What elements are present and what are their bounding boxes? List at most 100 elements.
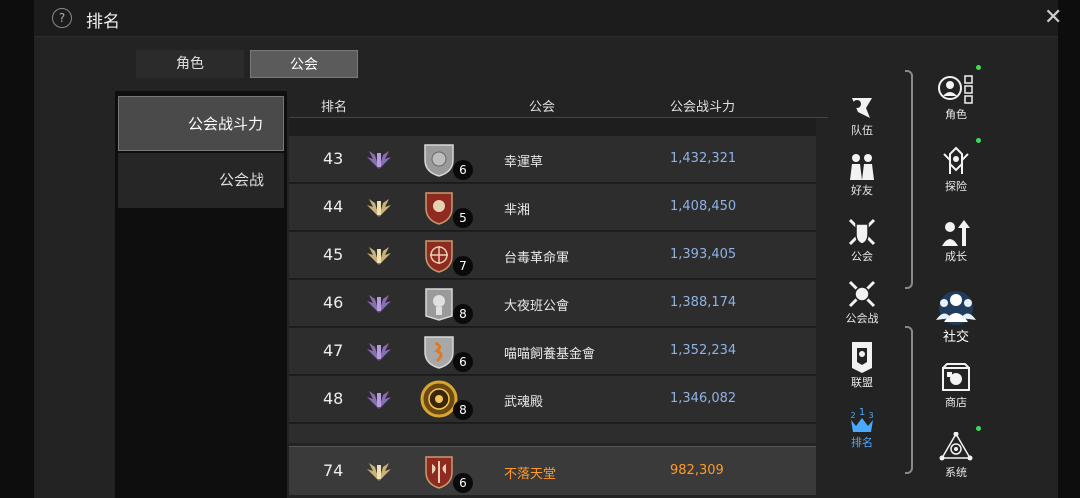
nav-label: 公会 (851, 250, 873, 263)
guild-level-badge: 5 (453, 208, 473, 228)
nav-bracket-top (905, 70, 913, 289)
guild-icon (848, 218, 876, 246)
nav-label: 公会战 (845, 312, 879, 325)
table-row[interactable]: 44 5 芈湘 1,408,450 (289, 184, 816, 231)
nav-label: 社交 (942, 330, 969, 345)
social-icon (936, 291, 976, 325)
character-icon (938, 75, 973, 104)
left-edge (0, 0, 34, 498)
category-guild-war[interactable]: 公会战 (118, 153, 284, 208)
nav-label: 探险 (945, 180, 967, 193)
my-guild-row[interactable]: 74 6 不落天堂 982,309 (289, 446, 816, 495)
guild-power: 1,408,450 (670, 199, 737, 214)
guild-name: 台毒革命軍 (504, 251, 570, 266)
column-guild: 公会 (529, 100, 556, 115)
right-edge (1058, 0, 1080, 498)
nav-social[interactable]: 社交 (926, 290, 986, 345)
guild-level-badge: 6 (453, 473, 473, 493)
guild-level-badge: 6 (453, 160, 473, 180)
guild-power: 1,393,405 (670, 247, 737, 262)
nav-label: 系统 (945, 466, 967, 479)
guild-power: 982,309 (670, 463, 724, 478)
nav-guild[interactable]: 公会 (832, 216, 892, 264)
guild-power: 1,388,174 (670, 295, 737, 310)
nav-label: 排名 (851, 436, 873, 449)
nav-label: 成长 (945, 250, 967, 263)
nav-growth[interactable]: 成长 (926, 218, 986, 264)
silver-shield-crest-icon (424, 144, 454, 177)
growth-icon (942, 220, 970, 246)
tab-guild[interactable]: 公会 (250, 50, 358, 78)
adventure-icon (943, 146, 969, 174)
table-row[interactable]: 47 6 喵喵飼養基金會 1,352,234 (289, 328, 816, 375)
gold-wing-icon (367, 463, 391, 481)
table-row[interactable]: 48 8 武魂殿 1,346,082 (289, 376, 816, 423)
category-guild-power[interactable]: 公会战斗力 (118, 96, 284, 151)
svg-text:3: 3 (868, 411, 873, 420)
guild-name: 喵喵飼養基金會 (504, 347, 596, 362)
tab-character[interactable]: 角色 (136, 50, 244, 78)
svg-text:1: 1 (859, 407, 865, 418)
system-icon (939, 432, 973, 461)
rank-number: 48 (323, 389, 344, 408)
table-row[interactable]: 45 7 台毒革命軍 1,393,405 (289, 232, 816, 279)
silver-tower-crest-icon (425, 288, 453, 321)
nav-label: 角色 (945, 108, 967, 121)
rank-number: 44 (323, 197, 344, 216)
guild-name: 芈湘 (504, 203, 531, 218)
table-header: 排名 公会 公会战斗力 (289, 91, 828, 118)
svg-text:2: 2 (850, 411, 855, 420)
guild-level-badge: 7 (453, 256, 473, 276)
alliance-icon (852, 342, 872, 373)
nav-friends[interactable]: 好友 (832, 152, 892, 198)
nav-guild-war[interactable]: 公会战 (832, 278, 892, 326)
purple-wing-icon (367, 151, 391, 169)
nav-alliance[interactable]: 联盟 (832, 340, 892, 390)
purple-wing-icon (367, 295, 391, 313)
column-rank: 排名 (321, 100, 348, 115)
notification-dot (976, 426, 981, 431)
guild-level-badge: 8 (453, 304, 473, 324)
red-axe-crest-icon (425, 456, 453, 489)
guild-power: 1,346,082 (670, 391, 737, 406)
rank-number: 43 (323, 149, 344, 168)
table-row[interactable]: 46 8 大夜班公會 1,388,174 (289, 280, 816, 327)
silver-shield-orange-crest-icon (424, 336, 454, 369)
nav-adventure[interactable]: 探险 (926, 146, 986, 194)
rank-number: 47 (323, 341, 344, 360)
red-shield-crest-icon (425, 192, 453, 225)
gold-wing-icon (367, 199, 391, 217)
red-compass-crest-icon (425, 240, 453, 273)
help-icon[interactable]: ? (52, 8, 72, 28)
nav-shop[interactable]: 商店 (926, 362, 986, 410)
nav-character[interactable]: 角色 (926, 74, 986, 122)
nav-label: 联盟 (851, 376, 873, 389)
guild-power: 1,432,321 (670, 151, 737, 166)
nav-ranking[interactable]: 12 3 排名 (832, 404, 892, 450)
ranking-icon: 12 3 (850, 407, 874, 432)
ranking-table: 43 6 幸運草 1,432,321 44 5 芈湘 1,408,450 45 … (289, 118, 816, 443)
nav-system[interactable]: 系统 (926, 432, 986, 480)
guild-name: 幸運草 (504, 155, 544, 170)
nav-label: 好友 (851, 184, 873, 197)
nav-party[interactable]: 队伍 (832, 94, 892, 138)
nav-label: 商店 (945, 396, 967, 409)
party-icon (852, 98, 872, 118)
guild-name: 不落天堂 (504, 467, 557, 482)
gold-wing-icon (367, 247, 391, 265)
rank-number: 74 (323, 461, 344, 480)
table-row[interactable]: 43 6 幸運草 1,432,321 (289, 136, 816, 183)
friends-icon (850, 154, 874, 180)
close-icon[interactable]: ✕ (1044, 6, 1062, 30)
column-power: 公会战斗力 (670, 100, 736, 115)
page-title: 排名 (86, 12, 120, 32)
guild-name: 大夜班公會 (504, 299, 570, 314)
guild-war-icon (848, 280, 876, 308)
guild-power: 1,352,234 (670, 343, 737, 358)
nav-bracket-bottom (905, 326, 913, 474)
notification-dot (976, 138, 981, 143)
rank-number: 45 (323, 245, 344, 264)
rank-number: 46 (323, 293, 344, 312)
purple-wing-icon (367, 343, 391, 361)
shop-icon (942, 363, 970, 391)
